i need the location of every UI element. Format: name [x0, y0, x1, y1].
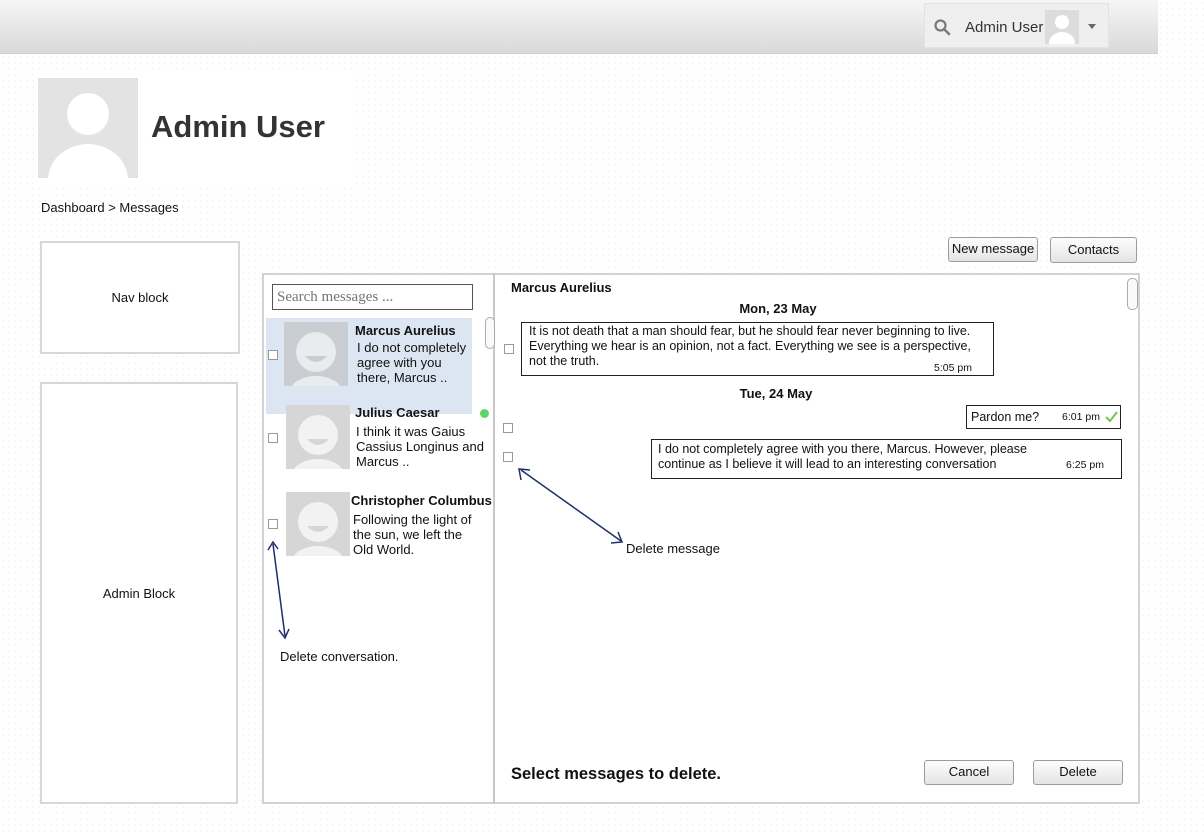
avatar	[286, 492, 350, 556]
avatar	[286, 405, 350, 469]
user-menu[interactable]: Admin User	[924, 3, 1109, 48]
delete-message-annotation: Delete message	[626, 541, 720, 556]
conversation-name: Julius Caesar	[355, 405, 440, 420]
message-time: 6:25 pm	[1066, 459, 1104, 471]
message-text: I do not completely agree with you there…	[658, 442, 1027, 471]
user-name[interactable]: Admin User	[965, 19, 1043, 36]
search-input[interactable]	[272, 284, 473, 310]
new-message-button[interactable]: New message	[948, 237, 1038, 262]
nav-block-label: Nav block	[111, 290, 169, 305]
admin-block-label: Admin Block	[102, 585, 176, 601]
conversation-preview: I do not completely agree with you there…	[357, 340, 467, 385]
delete-button[interactable]: Delete	[1033, 760, 1123, 785]
conversation-list-scrollbar[interactable]	[485, 317, 495, 349]
message-bubble: It is not death that a man should fear, …	[521, 322, 994, 376]
conversation-preview: I think it was Gaius Cassius Longinus an…	[356, 424, 484, 469]
message-checkbox[interactable]	[503, 452, 513, 462]
annotation-arrow	[267, 540, 290, 640]
date-header: Mon, 23 May	[739, 301, 817, 316]
message-bubble: I do not completely agree with you there…	[651, 439, 1122, 479]
nav-block: Nav block	[40, 241, 240, 354]
contacts-button[interactable]: Contacts	[1050, 237, 1137, 263]
thread-title: Marcus Aurelius	[511, 280, 612, 295]
admin-block: Admin Block	[40, 382, 238, 804]
select-to-delete-prompt: Select messages to delete.	[511, 765, 722, 783]
chevron-down-icon[interactable]	[1088, 24, 1096, 29]
conversation-name: Christopher Columbus	[351, 493, 492, 508]
message-text: Pardon me?	[971, 410, 1040, 424]
avatar	[284, 322, 348, 386]
panel-divider	[493, 273, 495, 804]
message-time: 6:01 pm	[1062, 411, 1100, 423]
message-time: 5:05 pm	[934, 362, 972, 374]
message-text: It is not death that a man should fear, …	[529, 324, 971, 368]
date-header: Tue, 24 May	[739, 386, 813, 401]
avatar[interactable]	[1045, 10, 1079, 44]
cancel-button[interactable]: Cancel	[924, 760, 1014, 785]
page-title: Admin User	[151, 109, 325, 144]
conversation-name: Marcus Aurelius	[355, 323, 456, 338]
profile-avatar	[38, 78, 138, 178]
thread-scrollbar[interactable]	[1127, 278, 1138, 310]
conversation-checkbox[interactable]	[268, 350, 278, 360]
message-checkbox[interactable]	[503, 423, 513, 433]
conversation-checkbox[interactable]	[268, 519, 278, 529]
online-status-indicator	[480, 409, 489, 418]
message-bubble: Pardon me? 6:01 pm	[966, 405, 1121, 429]
search-icon[interactable]	[934, 19, 951, 36]
annotation-arrow	[518, 468, 624, 544]
breadcrumb[interactable]: Dashboard > Messages	[41, 200, 179, 215]
check-icon	[1105, 411, 1118, 423]
conversation-checkbox[interactable]	[268, 433, 278, 443]
message-checkbox[interactable]	[504, 344, 514, 354]
conversation-preview: Following the light of the sun, we left …	[353, 512, 472, 557]
delete-conversation-annotation: Delete conversation.	[280, 649, 399, 664]
